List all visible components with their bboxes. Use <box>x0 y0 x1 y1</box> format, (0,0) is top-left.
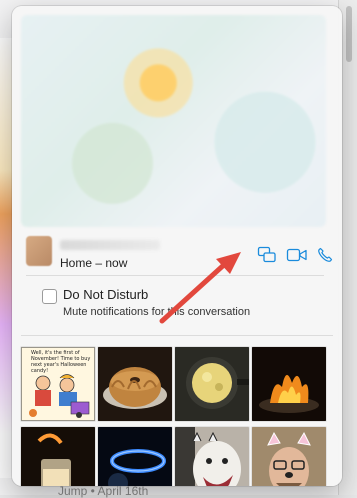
do-not-disturb-label[interactable]: Do Not Disturb <box>63 287 148 302</box>
bundt-cake-image <box>98 347 172 421</box>
avatar <box>26 236 52 266</box>
glowstick-image <box>98 427 172 486</box>
screen-share-button[interactable] <box>256 244 278 266</box>
screen-share-icon <box>257 246 276 263</box>
video-camera-icon <box>286 248 307 262</box>
phone-icon <box>318 247 333 262</box>
background-comic-strip <box>0 38 12 478</box>
divider <box>26 275 324 276</box>
shared-photo-cat-meme[interactable] <box>175 427 249 486</box>
comic-illustration <box>21 347 95 421</box>
location-map[interactable] <box>21 15 326 227</box>
do-not-disturb-checkbox[interactable] <box>42 289 57 304</box>
conversation-details-popover: Home – now Do Not Disturb Mute notificat… <box>12 6 342 486</box>
contact-name-redacted <box>60 240 160 250</box>
shared-photo-glowstick[interactable] <box>98 427 172 486</box>
shared-photo-drink-glass[interactable] <box>21 427 95 486</box>
drink-glass-image <box>21 427 95 486</box>
skillet-dish-image <box>175 347 249 421</box>
do-not-disturb-description: Mute notifications for this conversation <box>63 306 251 318</box>
background-footer-text: Jump • April 16th <box>58 484 149 498</box>
contact-row: Home – now <box>26 236 333 276</box>
shared-photo-fire-pit[interactable] <box>252 347 326 421</box>
shared-photo-bundt-cake[interactable] <box>98 347 172 421</box>
fire-pit-image <box>252 347 326 421</box>
video-call-button[interactable] <box>286 244 308 266</box>
shared-photo-comic[interactable]: Well, it's the first of November! Time t… <box>21 347 95 421</box>
shared-photo-selfie-filter[interactable] <box>252 427 326 486</box>
divider <box>21 335 333 336</box>
shared-photo-skillet-dish[interactable] <box>175 347 249 421</box>
selfie-filter-image <box>252 427 326 486</box>
phone-call-button[interactable] <box>314 244 336 266</box>
background-scroll-thumb[interactable] <box>346 6 352 62</box>
cat-meme-image <box>175 427 249 486</box>
location-status: Home – now <box>60 256 128 270</box>
